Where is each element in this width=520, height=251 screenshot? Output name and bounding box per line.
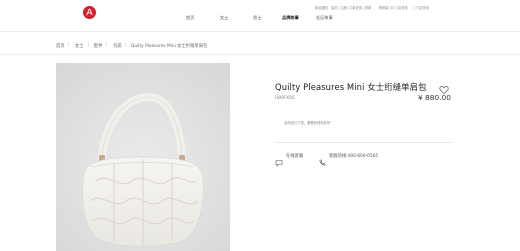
util-link-store-2[interactable]: | 门店查询: [414, 5, 429, 10]
nav-home[interactable]: 首页: [186, 15, 194, 21]
product-sku: LW9FXOS: [275, 95, 295, 100]
header-divider: [0, 31, 520, 32]
service-hotline: 客服热线:400-600-6565: [329, 154, 379, 159]
breadcrumb-accessories[interactable]: 配件: [94, 43, 103, 49]
product-unavailable-note: 此商品已下架，看看其他商品吧: [284, 121, 331, 125]
util-link-new[interactable]: 新品通知: [315, 5, 328, 10]
breadcrumb-current: Quilty Pleasures Mini 女士绗缝单肩包: [131, 44, 208, 49]
heart-icon[interactable]: [439, 80, 449, 95]
breadcrumb-home[interactable]: 首页: [56, 43, 65, 49]
util-link-login[interactable]: 会员 | 注册: [331, 5, 347, 10]
product-bag-illustration: [56, 63, 230, 251]
nav-brand-story[interactable]: 品牌故事: [282, 15, 299, 21]
nav-men[interactable]: 男士: [253, 15, 261, 21]
product-title: Quilty Pleasures Mini 女士绗缝单肩包: [275, 82, 427, 92]
breadcrumb-separator: |: [68, 43, 70, 48]
site-header: 新品通知 会员 | 注册 | 订单查询 | 帮助 购物袋 (0) 门店查询 | …: [0, 0, 520, 32]
breadcrumb-separator: |: [88, 43, 90, 48]
lululemon-logo[interactable]: [83, 6, 96, 19]
util-link-orders[interactable]: | 订单查询 | 帮助: [347, 5, 371, 10]
util-link-store[interactable]: 门店查询: [395, 5, 408, 10]
online-service-link[interactable]: 在线客服: [286, 153, 303, 159]
breadcrumb-women[interactable]: 女士: [75, 43, 84, 49]
product-price: ¥ 880.00: [418, 93, 451, 102]
nav-women[interactable]: 女士: [220, 15, 228, 21]
breadcrumb-divider: [0, 54, 520, 55]
phone-icon: [318, 152, 326, 166]
breadcrumb-separator: |: [106, 43, 108, 48]
chat-icon[interactable]: [275, 152, 283, 167]
info-divider: [275, 142, 452, 143]
breadcrumb-bags[interactable]: 包袋: [113, 43, 122, 49]
nav-community[interactable]: 社区故事: [316, 15, 333, 21]
breadcrumb-separator: |: [125, 43, 127, 48]
util-link-bag[interactable]: 购物袋 (0): [379, 5, 394, 10]
product-image[interactable]: [56, 63, 230, 251]
